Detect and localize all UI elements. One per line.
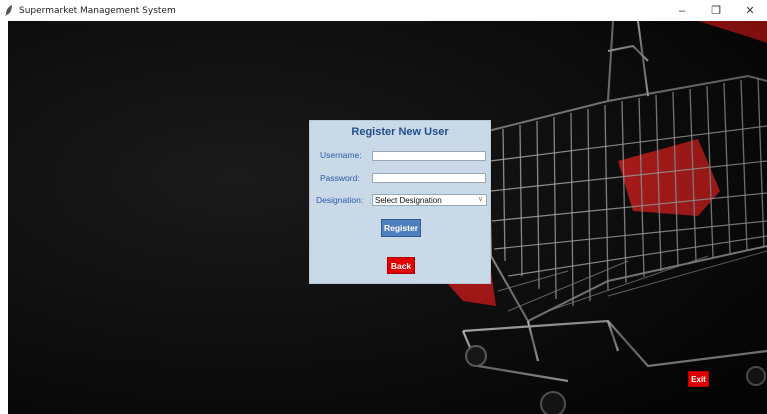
username-field[interactable] xyxy=(372,151,486,161)
feather-icon xyxy=(5,5,15,17)
register-button[interactable]: Register xyxy=(381,219,421,237)
window-controls: – ❐ ✕ xyxy=(665,0,767,21)
username-label: Username: xyxy=(320,150,362,160)
close-button[interactable]: ✕ xyxy=(733,0,767,21)
password-label: Password: xyxy=(320,173,360,183)
title-bar: Supermarket Management System – ❐ ✕ xyxy=(0,0,767,21)
chevron-down-icon: ∨ xyxy=(477,196,483,203)
main-canvas: Register New User Username: Password: De… xyxy=(8,21,767,414)
panel-title: Register New User xyxy=(351,126,449,138)
password-field[interactable] xyxy=(372,173,486,183)
window-title: Supermarket Management System xyxy=(19,5,176,16)
minimize-button[interactable]: – xyxy=(665,0,699,21)
designation-label: Designation: xyxy=(316,195,364,205)
designation-selected-value: Select Designation xyxy=(375,195,442,205)
register-panel: Register New User Username: Password: De… xyxy=(309,120,491,284)
maximize-button[interactable]: ❐ xyxy=(699,0,733,21)
back-button[interactable]: Back xyxy=(387,257,415,274)
designation-select[interactable]: Select Designation ∨ xyxy=(372,194,487,206)
exit-button[interactable]: Exit xyxy=(688,371,709,387)
